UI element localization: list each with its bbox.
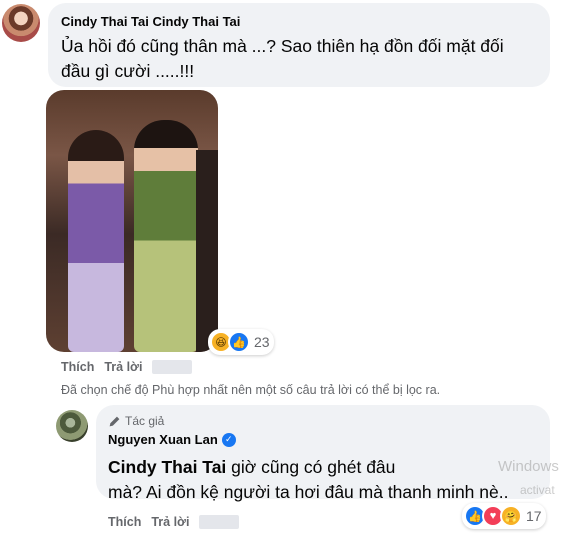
timestamp-redacted xyxy=(152,360,193,374)
comment-actions: Thích Trả lời xyxy=(61,360,193,374)
like-link[interactable]: Thích xyxy=(61,360,94,374)
timestamp-redacted xyxy=(199,515,240,529)
watermark-sub: activat xyxy=(520,483,555,497)
reply-tag[interactable]: Cindy Thai Tai xyxy=(108,457,226,477)
reply-text: Cindy Thai Tai giờ cũng có ghét đâu mà? … xyxy=(108,457,509,502)
photo-person-left xyxy=(68,130,124,352)
reply-reactions[interactable]: 👍 ♥ 🤗 17 xyxy=(462,503,546,529)
like-reaction-icon: 👍 xyxy=(228,331,250,353)
replier-avatar[interactable] xyxy=(56,410,88,442)
comment-text: Ủa hồi đó cũng thân mà ...? Sao thiên hạ… xyxy=(61,36,504,81)
watermark: Windows xyxy=(498,458,559,475)
reaction-count: 17 xyxy=(526,508,542,524)
reaction-count: 23 xyxy=(254,334,270,350)
photo-background xyxy=(196,150,218,352)
reply-link[interactable]: Trả lời xyxy=(151,515,189,529)
reply-actions: Thích Trả lời xyxy=(108,515,240,529)
comment-reactions[interactable]: 😆 👍 23 xyxy=(208,329,274,355)
pencil-icon xyxy=(109,416,120,426)
reply-link[interactable]: Trả lời xyxy=(104,360,142,374)
commenter-avatar[interactable] xyxy=(2,4,40,42)
like-link[interactable]: Thích xyxy=(108,515,141,529)
care-reaction-icon: 🤗 xyxy=(500,505,522,527)
verified-badge-icon: ✓ xyxy=(221,432,236,447)
comment-photo[interactable] xyxy=(46,90,218,352)
comment-author[interactable]: Cindy Thai Tai Cindy Thai Tai xyxy=(61,14,240,29)
photo-person-right xyxy=(134,120,198,352)
reply-author[interactable]: Nguyen Xuan Lan ✓ xyxy=(108,432,236,447)
author-badge: Tác giả xyxy=(108,414,164,428)
filter-note: Đã chọn chế độ Phù hợp nhất nên một số c… xyxy=(61,383,441,397)
